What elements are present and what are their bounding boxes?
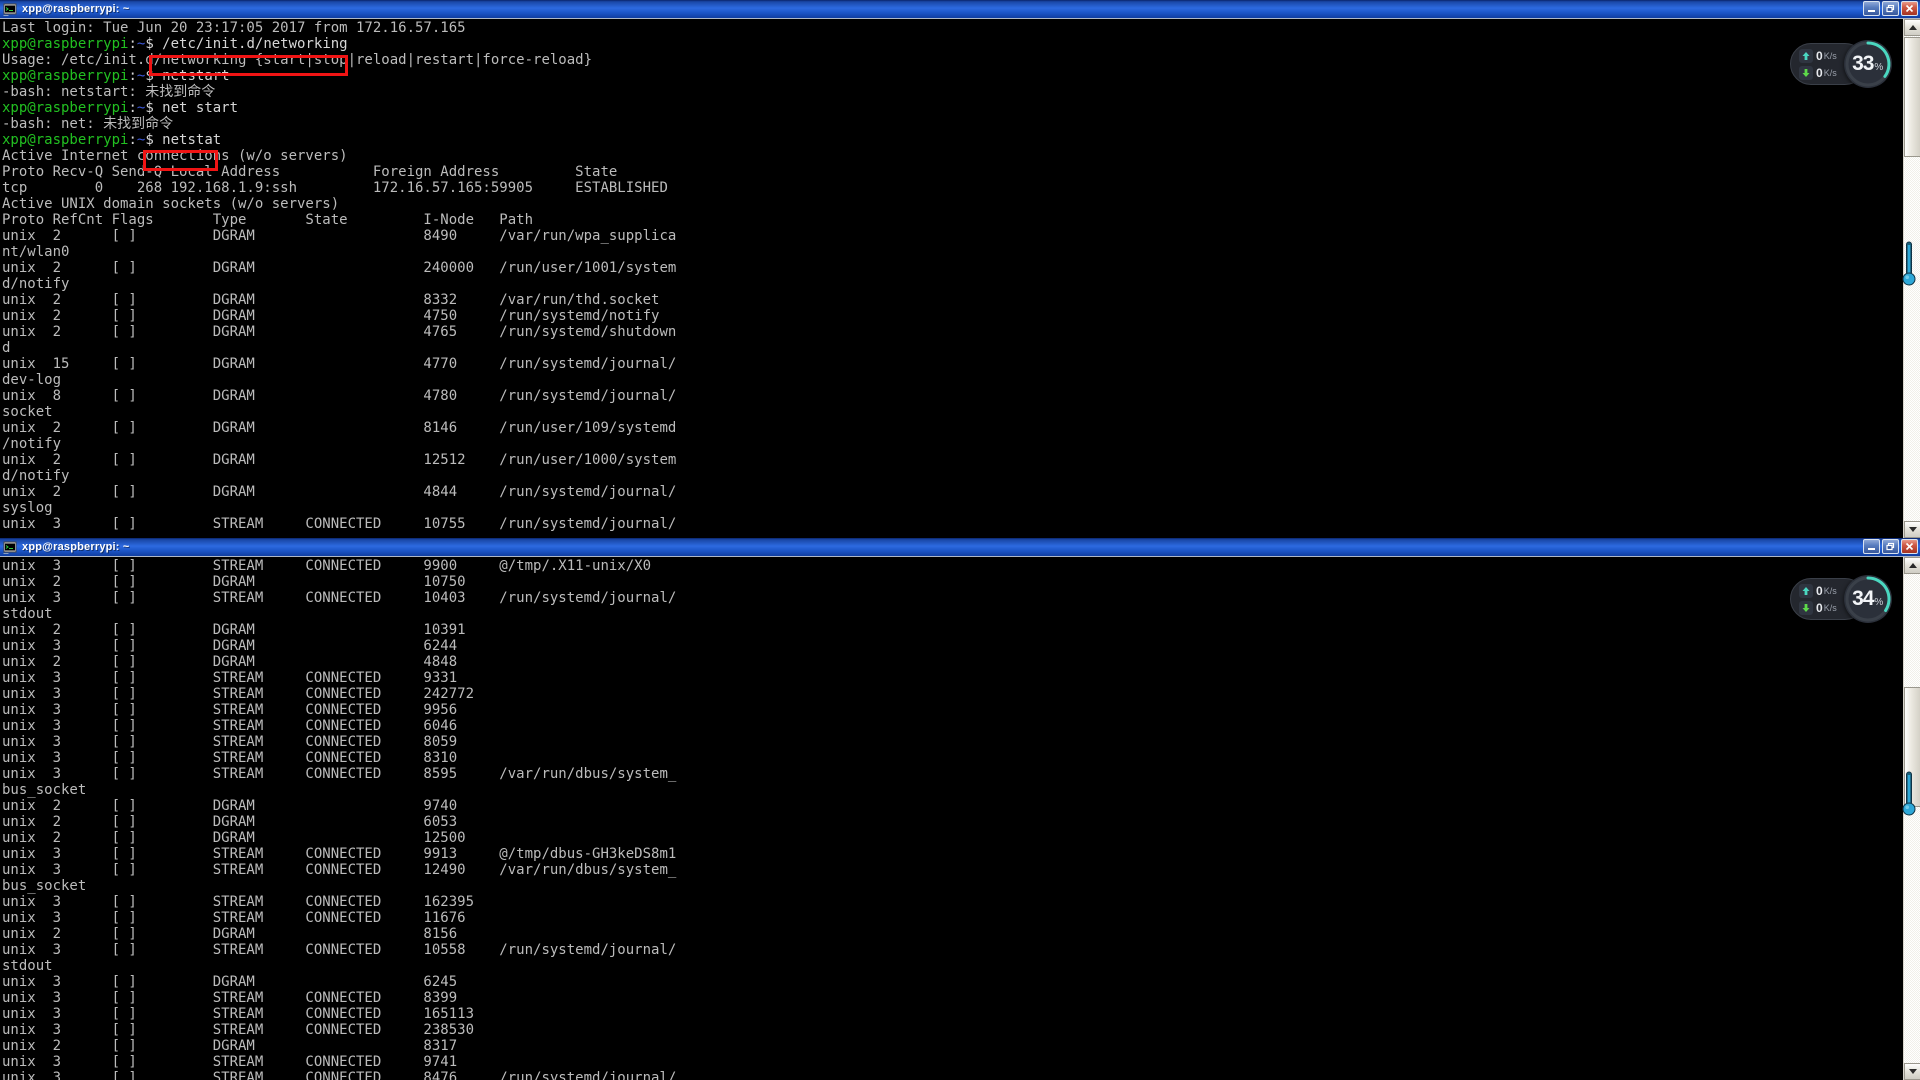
terminal-line: unix 2 [ ] DGRAM 8156 [2,926,458,942]
terminal-line: unix 3 [ ] STREAM CONNECTED 10403 /run/s… [2,590,677,606]
minimize-button[interactable] [1863,539,1880,554]
terminal-line: unix 3 [ ] STREAM CONNECTED 238530 [2,1022,475,1038]
terminal-line: Usage: /etc/init.d/networking {start|sto… [2,52,593,68]
window1-controls[interactable] [1863,1,1918,16]
terminal-line: unix 2 [ ] DGRAM 6053 [2,814,458,830]
scroll-up-button[interactable] [1904,19,1920,36]
terminal-line: nt/wlan0 [2,244,70,260]
terminal-line: unix 2 [ ] DGRAM 8332 /var/run/thd.socke… [2,292,660,308]
terminal-line: unix 3 [ ] STREAM CONNECTED 9331 [2,670,458,686]
terminal-line: socket [2,404,53,420]
window2-titlebar[interactable]: xpp@raspberrypi: ~ [0,538,1920,557]
terminal-line: xpp@raspberrypi:~$ netstart [2,68,230,84]
terminal-line: unix 3 [ ] STREAM CONNECTED 8595 /var/ru… [2,766,677,782]
scroll-up-button[interactable] [1904,557,1920,574]
terminal-line: unix 2 [ ] DGRAM 4750 /run/systemd/notif… [2,308,660,324]
terminal-line: unix 3 [ ] STREAM CONNECTED 165113 [2,1006,475,1022]
window2-title: xpp@raspberrypi: ~ [22,541,130,553]
terminal-line: unix 3 [ ] STREAM CONNECTED 162395 [2,894,475,910]
terminal-line: unix 3 [ ] STREAM CONNECTED 9913 @/tmp/d… [2,846,677,862]
terminal-line: stdout [2,606,53,622]
terminal-line: unix 3 [ ] STREAM CONNECTED 9900 @/tmp/.… [2,558,652,574]
window2-scrollbar[interactable] [1903,557,1920,1080]
terminal-line: unix 2 [ ] DGRAM 12512 /run/user/1000/sy… [2,452,677,468]
terminal-line: bus_socket [2,782,87,798]
restore-button[interactable] [1882,539,1899,554]
terminal-line: unix 3 [ ] STREAM CONNECTED 8310 [2,750,458,766]
terminal-line: unix 2 [ ] DGRAM 240000 /run/user/1001/s… [2,260,677,276]
terminal-line: unix 3 [ ] STREAM CONNECTED 242772 [2,686,475,702]
putty-terminal-icon [3,2,18,17]
close-button[interactable] [1901,1,1918,16]
terminal-line: unix 3 [ ] STREAM CONNECTED 9741 [2,1054,458,1070]
terminal-line: -bash: netstart: 未找到命令 [2,84,216,100]
scroll-thumb[interactable] [1904,687,1920,807]
chevron-up-icon [1908,25,1917,30]
window1-terminal-area[interactable]: Last login: Tue Jun 20 23:17:05 2017 fro… [0,19,1920,538]
terminal-line: Proto RefCnt Flags Type State I-Node Pat… [2,212,534,228]
terminal-line: Proto Recv-Q Send-Q Local Address Foreig… [2,164,618,180]
terminal-line: d/notify [2,468,70,484]
terminal-line: unix 2 [ ] DGRAM 10391 [2,622,466,638]
terminal-line: unix 3 [ ] STREAM CONNECTED 10755 /run/s… [2,516,677,532]
terminal-line: unix 3 [ ] STREAM CONNECTED 8476 /run/sy… [2,1070,677,1080]
desktop-root: xpp@raspberrypi: ~ Last login: Tue Jun 2… [0,0,1920,1080]
terminal-line: xpp@raspberrypi:~$ net start [2,100,239,116]
terminal-line: unix 2 [ ] DGRAM 4848 [2,654,458,670]
window2-terminal-area[interactable]: unix 3 [ ] STREAM CONNECTED 9900 @/tmp/.… [0,557,1920,1080]
terminal-window-2[interactable]: xpp@raspberrypi: ~ unix 3 [] STREAM CON… [0,538,1920,1080]
window1-titlebar[interactable]: xpp@raspberrypi: ~ [0,0,1920,19]
chevron-down-icon [1908,1069,1917,1074]
terminal-line: -bash: net: 未找到命令 [2,116,174,132]
chevron-down-icon [1908,527,1917,532]
terminal-line: dev-log [2,372,62,388]
terminal-line: unix 2 [ ] DGRAM 4765 /run/systemd/shutd… [2,324,677,340]
terminal-line: unix 3 [ ] DGRAM 6245 [2,974,458,990]
terminal-line: /notify [2,436,62,452]
minimize-button[interactable] [1863,1,1880,16]
terminal-line: unix 2 [ ] DGRAM 12500 [2,830,466,846]
restore-button[interactable] [1882,1,1899,16]
terminal-line: unix 2 [ ] DGRAM 9740 [2,798,458,814]
terminal-line: d [2,340,11,356]
window1-terminal-output: Last login: Tue Jun 20 23:17:05 2017 fro… [0,19,676,532]
terminal-line: unix 2 [ ] DGRAM 4844 /run/systemd/journ… [2,484,677,500]
scroll-down-button[interactable] [1904,1063,1920,1080]
terminal-line: unix 3 [ ] DGRAM 6244 [2,638,458,654]
terminal-line: tcp 0 268 192.168.1.9:ssh 172.16.57.165:… [2,180,668,196]
terminal-line: unix 3 [ ] STREAM CONNECTED 12490 /var/r… [2,862,677,878]
terminal-line: xpp@raspberrypi:~$ netstat [2,132,222,148]
terminal-line: bus_socket [2,878,87,894]
window2-controls[interactable] [1863,539,1918,554]
terminal-line: unix 3 [ ] STREAM CONNECTED 10558 /run/s… [2,942,677,958]
terminal-line: unix 3 [ ] STREAM CONNECTED 6046 [2,718,458,734]
window1-title: xpp@raspberrypi: ~ [22,3,130,15]
scroll-thumb[interactable] [1904,37,1920,157]
terminal-line: unix 2 [ ] DGRAM 10750 [2,574,466,590]
terminal-line: d/notify [2,276,70,292]
terminal-window-1[interactable]: xpp@raspberrypi: ~ Last login: Tue Jun 2… [0,0,1920,538]
close-button[interactable] [1901,539,1918,554]
terminal-line: unix 8 [ ] DGRAM 4780 /run/systemd/journ… [2,388,677,404]
terminal-line: unix 3 [ ] STREAM CONNECTED 8059 [2,734,458,750]
window2-terminal-output: unix 3 [ ] STREAM CONNECTED 9900 @/tmp/.… [0,557,676,1080]
window1-scrollbar[interactable] [1903,19,1920,538]
terminal-line: Active UNIX domain sockets (w/o servers) [2,196,340,212]
terminal-line: unix 3 [ ] STREAM CONNECTED 8399 [2,990,458,1006]
terminal-line: Active Internet connections (w/o servers… [2,148,348,164]
terminal-line: unix 3 [ ] STREAM CONNECTED 11676 [2,910,466,926]
terminal-line: xpp@raspberrypi:~$ /etc/init.d/networkin… [2,36,348,52]
terminal-line: syslog [2,500,53,516]
terminal-line: unix 2 [ ] DGRAM 8490 /var/run/wpa_suppl… [2,228,677,244]
terminal-line: unix 15 [ ] DGRAM 4770 /run/systemd/jour… [2,356,677,372]
chevron-up-icon [1908,563,1917,568]
terminal-line: Last login: Tue Jun 20 23:17:05 2017 fro… [2,20,466,36]
terminal-line: unix 3 [ ] STREAM CONNECTED 9956 [2,702,458,718]
putty-terminal-icon [3,540,18,555]
terminal-line: unix 2 [ ] DGRAM 8146 /run/user/109/syst… [2,420,677,436]
terminal-line: stdout [2,958,53,974]
scroll-down-button[interactable] [1904,521,1920,538]
terminal-line: unix 2 [ ] DGRAM 8317 [2,1038,458,1054]
